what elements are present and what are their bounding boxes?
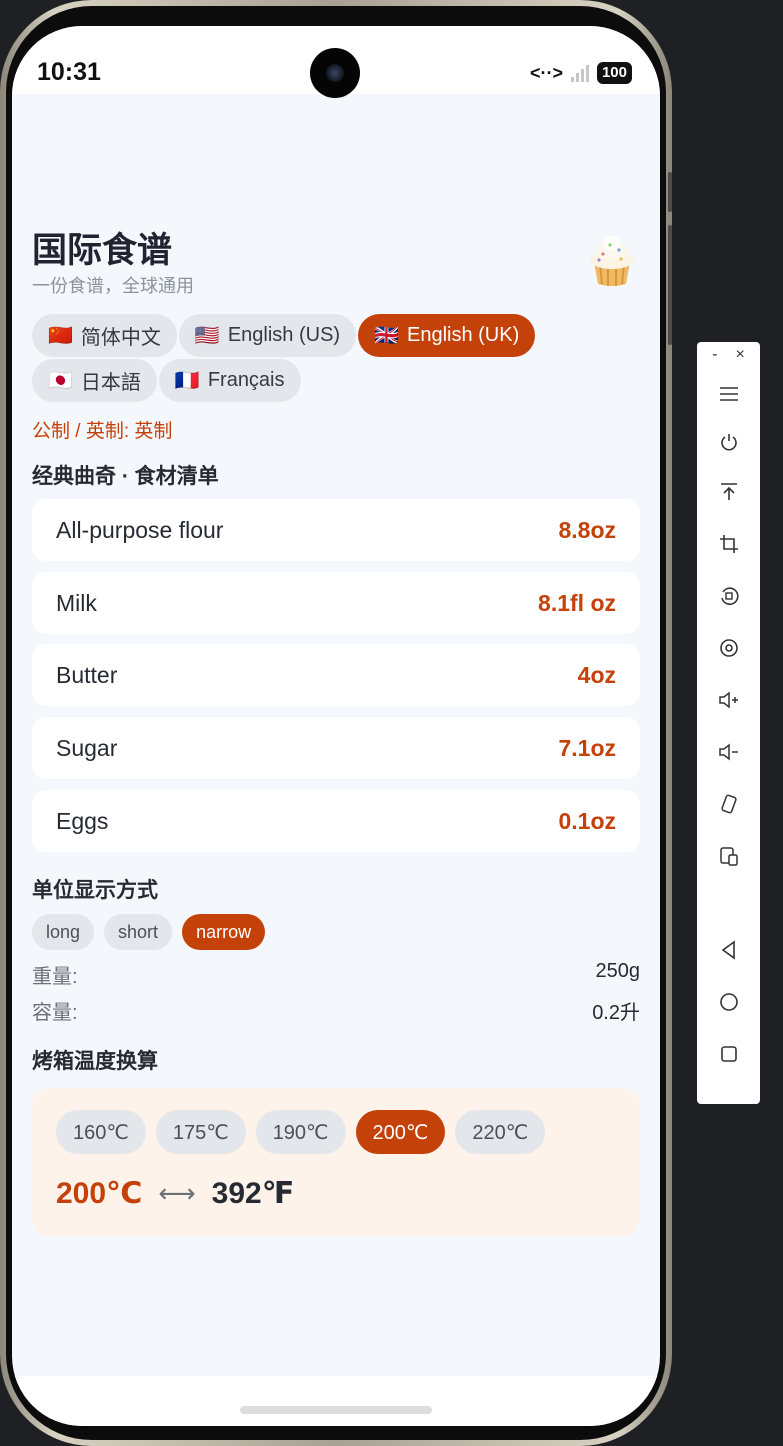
- network-icon: <··>: [529, 62, 563, 83]
- double-arrow-icon: ⟷: [158, 1178, 196, 1208]
- ingredient-name: All-purpose flour: [56, 516, 224, 543]
- weight-label: 重量:: [32, 966, 78, 988]
- temp-option[interactable]: 220℃: [455, 1110, 546, 1154]
- minimize-button[interactable]: -: [712, 346, 717, 364]
- temp-option-selected[interactable]: 200℃: [355, 1110, 446, 1154]
- temp-option[interactable]: 160℃: [56, 1110, 146, 1154]
- page-subtitle: 一份食谱，全球通用: [32, 276, 194, 296]
- cupcake-icon: [590, 236, 634, 286]
- lang-chip-en-us[interactable]: 🇺🇸 English (US): [178, 314, 357, 357]
- volume-row: 容量: 0.2升: [32, 996, 640, 1025]
- japan-flag-icon: 🇯🇵: [48, 370, 73, 392]
- ingredients-heading: 经典曲奇 · 食材清单: [32, 465, 219, 488]
- unit-option-long[interactable]: long: [32, 914, 95, 950]
- uk-flag-icon: 🇬🇧: [374, 325, 399, 347]
- emulator-window-controls: - ×: [697, 346, 760, 364]
- lang-chip-en-uk[interactable]: 🇬🇧 English (UK): [358, 314, 536, 357]
- china-flag-icon: 🇨🇳: [48, 325, 73, 347]
- phone-screen: 10:31 <··> 100 国际食谱 一份食谱，全球通用 🇨🇳 简体中文 🇺🇸…: [12, 26, 660, 1426]
- oven-heading: 烤箱温度换算: [32, 1050, 158, 1073]
- france-flag-icon: 🇫🇷: [174, 370, 200, 392]
- fahrenheit-value: 392℉: [211, 1177, 295, 1210]
- battery-icon: 100: [596, 62, 632, 84]
- unit-display-heading: 单位显示方式: [32, 879, 158, 902]
- language-selector-row-2: 🇯🇵 日本語 🇫🇷 Français: [32, 359, 301, 402]
- us-flag-icon: 🇺🇸: [194, 325, 220, 347]
- unit-display-options: long short narrow: [32, 914, 266, 950]
- ingredient-row: Sugar 7.1oz: [32, 717, 640, 779]
- status-icons: <··> 100: [530, 62, 632, 84]
- ingredient-name: Eggs: [56, 807, 109, 834]
- volume-value: 0.2升: [592, 1002, 640, 1024]
- side-button: [668, 172, 672, 212]
- ingredient-name: Sugar: [56, 734, 118, 761]
- volume-down-icon[interactable]: [697, 732, 760, 772]
- lang-label: 简体中文: [80, 327, 161, 349]
- close-button[interactable]: ×: [735, 346, 744, 364]
- status-time: 10:31: [37, 58, 101, 86]
- celsius-value: 200℃: [56, 1177, 143, 1210]
- recents-icon[interactable]: [697, 1034, 760, 1074]
- pin-top-icon[interactable]: [697, 472, 760, 512]
- ingredient-row: All-purpose flour 8.8oz: [32, 499, 640, 561]
- shake-icon[interactable]: [697, 784, 760, 824]
- rotate-icon[interactable]: [697, 576, 760, 616]
- oven-temperature-card: 160℃ 175℃ 190℃ 200℃ 220℃ 200℃ ⟷ 392℉: [32, 1088, 640, 1236]
- ingredient-qty: 0.1oz: [558, 807, 616, 834]
- ingredient-qty: 7.1oz: [558, 734, 616, 761]
- front-camera: [310, 48, 360, 98]
- weight-value: 250g: [595, 960, 641, 982]
- ingredient-row: Eggs 0.1oz: [32, 790, 640, 852]
- weight-row: 重量: 250g: [32, 960, 640, 989]
- unit-system-label: 公制 / 英制: 英制: [32, 421, 173, 442]
- menu-icon[interactable]: [697, 374, 760, 414]
- page-title: 国际食谱: [32, 231, 173, 270]
- language-selector-row-1: 🇨🇳 简体中文 🇺🇸 English (US) 🇬🇧 English (UK): [32, 314, 536, 357]
- lang-label: English (US): [227, 324, 341, 346]
- ingredient-name: Milk: [56, 589, 97, 616]
- volume-button: [668, 225, 672, 345]
- temp-option[interactable]: 175℃: [155, 1110, 246, 1154]
- screenshot-icon[interactable]: [697, 628, 760, 668]
- lang-label: 日本語: [80, 372, 141, 394]
- temperature-options: 160℃ 175℃ 190℃ 200℃ 220℃: [56, 1110, 546, 1154]
- home-icon[interactable]: [697, 982, 760, 1022]
- volume-label: 容量:: [32, 1002, 78, 1024]
- ingredient-qty: 8.8oz: [558, 516, 616, 543]
- ingredient-row: Butter 4oz: [32, 644, 640, 706]
- lang-chip-fr[interactable]: 🇫🇷 Français: [158, 359, 301, 402]
- temperature-conversion: 200℃ ⟷ 392℉: [56, 1176, 294, 1211]
- multi-device-icon[interactable]: [697, 836, 760, 876]
- unit-option-short[interactable]: short: [104, 914, 173, 950]
- crop-icon[interactable]: [697, 524, 760, 564]
- unit-option-narrow[interactable]: narrow: [182, 914, 266, 950]
- emulator-toolbar: - ×: [697, 342, 760, 1104]
- status-bar: 10:31 <··> 100: [12, 26, 660, 98]
- ingredient-qty: 8.1fl oz: [538, 589, 616, 616]
- signal-icon: [570, 64, 589, 82]
- ingredient-name: Butter: [56, 661, 118, 688]
- power-icon[interactable]: [697, 422, 760, 462]
- home-indicator[interactable]: [240, 1406, 432, 1414]
- temp-option[interactable]: 190℃: [255, 1110, 346, 1154]
- lang-label: English (UK): [406, 324, 520, 346]
- ingredient-row: Milk 8.1fl oz: [32, 572, 640, 634]
- lang-chip-ja[interactable]: 🇯🇵 日本語: [32, 359, 157, 402]
- ingredient-qty: 4oz: [577, 661, 616, 688]
- lang-chip-zh[interactable]: 🇨🇳 简体中文: [32, 314, 177, 357]
- volume-up-icon[interactable]: [697, 680, 760, 720]
- back-icon[interactable]: [697, 930, 760, 970]
- navigation-bar: [12, 1376, 660, 1426]
- lang-label: Français: [207, 369, 285, 391]
